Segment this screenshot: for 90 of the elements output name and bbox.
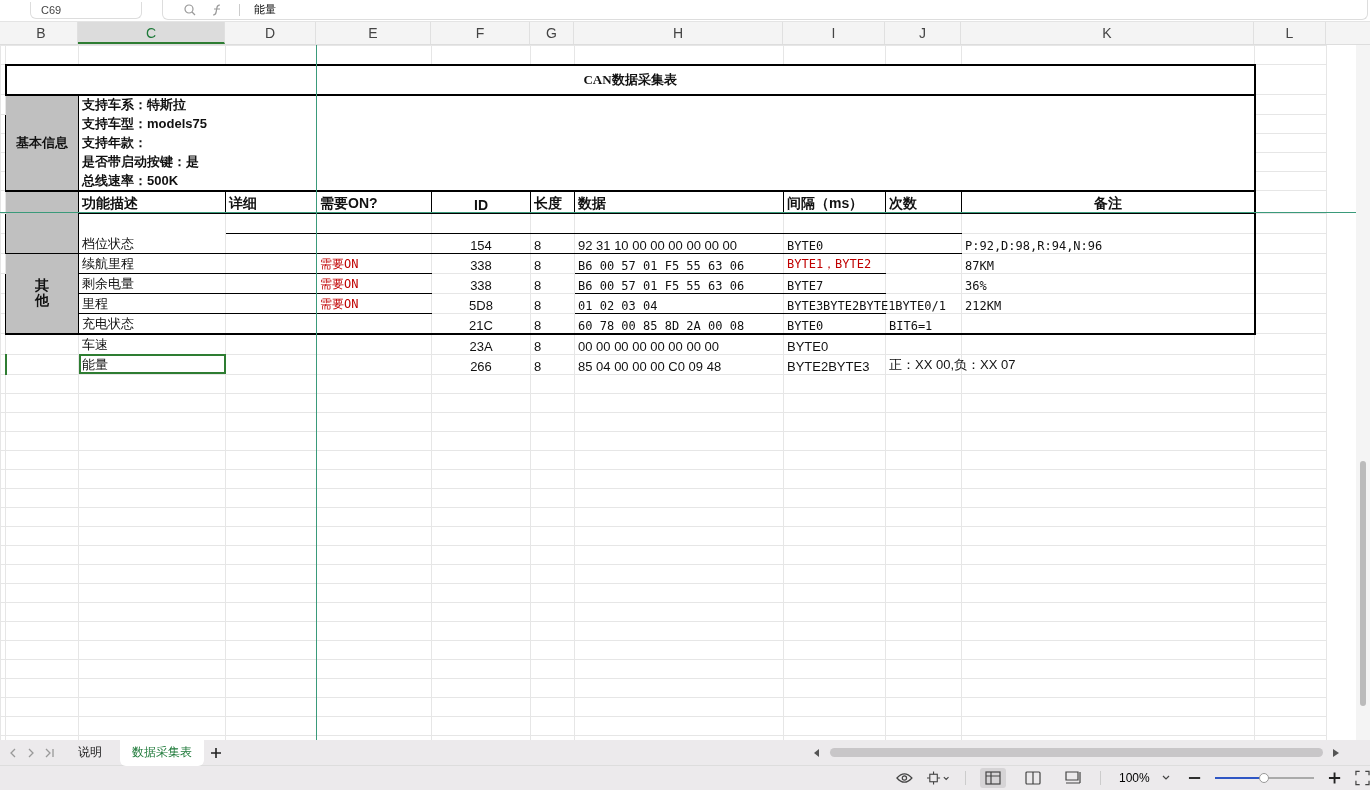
length-value: 8 [534,237,542,253]
formula-text: 能量 [254,2,276,18]
requirement-text: 需要ON [320,256,359,271]
interval-value: BYTE7 [787,278,824,293]
frame-icon[interactable] [926,771,952,785]
sheet-title: CAN数据采集表 [583,71,677,87]
length-value: 8 [534,338,542,354]
column-title: 需要ON? [320,194,378,211]
id-value: 23A [469,338,493,354]
interval-value: BYTE0 [787,238,824,253]
info-line: 支持车系：特斯拉 [82,96,186,112]
column-header[interactable]: K [961,21,1254,44]
data-bytes: 01 02 03 04 [578,298,658,313]
function-label: 剩余电量 [82,275,134,291]
column-title: 功能描述 [82,194,138,211]
length-value: 8 [534,358,542,374]
scroll-left-icon[interactable] [814,748,820,757]
data-bytes: 00 00 00 00 00 00 00 00 [578,338,719,354]
sheet-tab[interactable]: 说明 [66,739,114,767]
info-line: 是否带启动按键：是 [82,153,199,169]
horizontal-scrollbar[interactable] [814,748,1339,758]
note-text: P:92,D:98,R:94,N:96 [965,238,1103,253]
scroll-right-icon[interactable] [1333,748,1339,757]
data-bytes: 60 78 00 85 8D 2A 00 08 [578,318,745,333]
function-label: 充电状态 [82,315,134,331]
data-bytes: 92 31 10 00 00 00 00 00 00 [578,237,738,253]
note-text: 212KM [965,298,1002,313]
column-title: 备注 [1093,194,1122,211]
add-sheet-icon[interactable] [210,746,222,759]
section-label: 基本信息 [5,94,79,191]
name-box[interactable]: C69 [30,2,142,19]
data-bytes: B6 00 57 01 F5 55 63 06 [578,258,745,273]
column-title: ID [474,196,488,213]
id-value: 338 [470,277,492,293]
note-text: 87KM [965,258,994,273]
vertical-scrollbar[interactable] [1356,44,1370,741]
column-header[interactable]: J [885,21,961,44]
info-line: 总线速率：500K [82,172,179,188]
column-title: 长度 [534,194,562,211]
zoom-dropdown[interactable]: 100% [1115,771,1174,785]
column-header[interactable]: D [225,21,316,44]
eye-icon[interactable] [896,772,913,784]
interval-value: BYTE1，BYTE2 [787,256,872,271]
section-label: 其他 [5,253,79,334]
formula-bar[interactable]: 能量 [162,0,1368,21]
column-header[interactable]: E [316,21,431,44]
id-value: 266 [470,358,492,374]
fullscreen-icon[interactable] [1355,770,1370,786]
count-value: 正：XX 00,负：XX 07 [889,356,1016,372]
function-label: 档位状态 [82,235,134,251]
info-line: 支持车型：models75 [82,115,207,131]
interval-value: BYTE2BYTE3 [787,358,870,374]
count-value: BIT6=1 [889,318,933,333]
column-header[interactable]: F [431,21,530,44]
interval-value: BYTE0 [787,338,829,354]
column-title: 次数 [889,194,917,211]
column-title: 详细 [229,194,257,211]
function-label: 里程 [82,295,108,311]
note-text: 36% [965,278,987,293]
function-label: 车速 [82,336,108,352]
requirement-text: 需要ON [320,276,359,291]
column-title: 数据 [578,194,606,211]
function-label: 续航里程 [82,255,134,271]
sheet-tab[interactable]: 数据采集表 [120,739,204,767]
column-header[interactable]: G [530,21,574,44]
length-value: 8 [534,297,542,313]
column-title: 间隔（ms） [787,194,864,211]
column-header[interactable]: L [1254,21,1326,44]
requirement-text: 需要ON [320,296,359,311]
zoom-in-icon[interactable] [1327,771,1342,785]
interval-value: BYTE3BYTE2BYTE1BYTE0/1 [787,298,946,313]
length-value: 8 [534,277,542,293]
id-value: 5D8 [469,297,493,313]
column-header[interactable]: H [574,21,783,44]
id-value: 21C [469,317,493,333]
interval-value: BYTE0 [787,318,824,333]
id-value: 154 [470,237,492,253]
function-label: 能量 [82,356,108,372]
data-bytes: 85 04 00 00 00 C0 09 48 [578,358,722,374]
length-value: 8 [534,317,542,333]
column-header[interactable]: C [78,21,225,44]
data-bytes: B6 00 57 01 F5 55 63 06 [578,278,745,293]
column-header[interactable]: I [783,21,885,44]
search-icon[interactable] [183,4,197,16]
length-value: 8 [534,257,542,273]
normal-view-button[interactable] [980,768,1007,788]
id-value: 338 [470,257,492,273]
caret-icon [1161,775,1170,781]
zoom-out-icon[interactable] [1187,776,1201,780]
info-line: 支持年款： [82,134,147,150]
